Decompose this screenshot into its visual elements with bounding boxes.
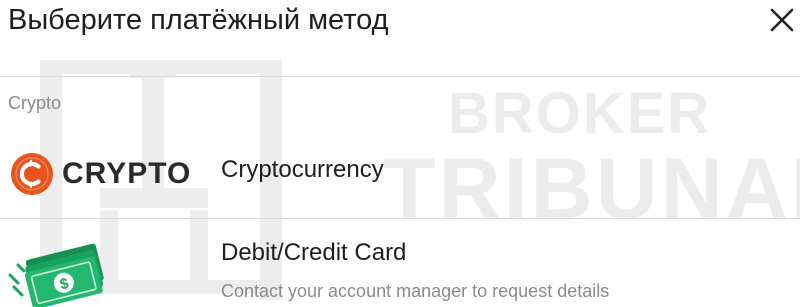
- cash-banknote-icon: $: [8, 243, 104, 307]
- close-button[interactable]: [764, 2, 800, 38]
- crypto-logo-text: CRYPTO: [62, 157, 192, 190]
- crypto-coin-icon: [11, 153, 53, 195]
- payment-method-cryptocurrency[interactable]: CRYPTO Cryptocurrency: [0, 130, 800, 219]
- close-icon: [770, 8, 794, 32]
- payment-method-debit-credit-card[interactable]: $ Debit/Credit Card Contact your account…: [0, 219, 800, 307]
- card-logo: $: [8, 241, 108, 307]
- dialog-header: Выберите платёжный метод: [0, 0, 800, 77]
- method-name-cryptocurrency: Cryptocurrency: [221, 156, 384, 183]
- method-description-debit-credit-card: Contact your account manager to request …: [221, 281, 610, 301]
- crypto-logo: CRYPTO: [10, 152, 200, 196]
- method-name-debit-credit-card: Debit/Credit Card: [221, 239, 407, 266]
- section-label-crypto: Crypto: [8, 93, 62, 113]
- payment-method-dialog: BROKER TRIBUNAL Выберите платёжный метод…: [0, 0, 800, 307]
- dialog-title: Выберите платёжный метод: [8, 4, 389, 36]
